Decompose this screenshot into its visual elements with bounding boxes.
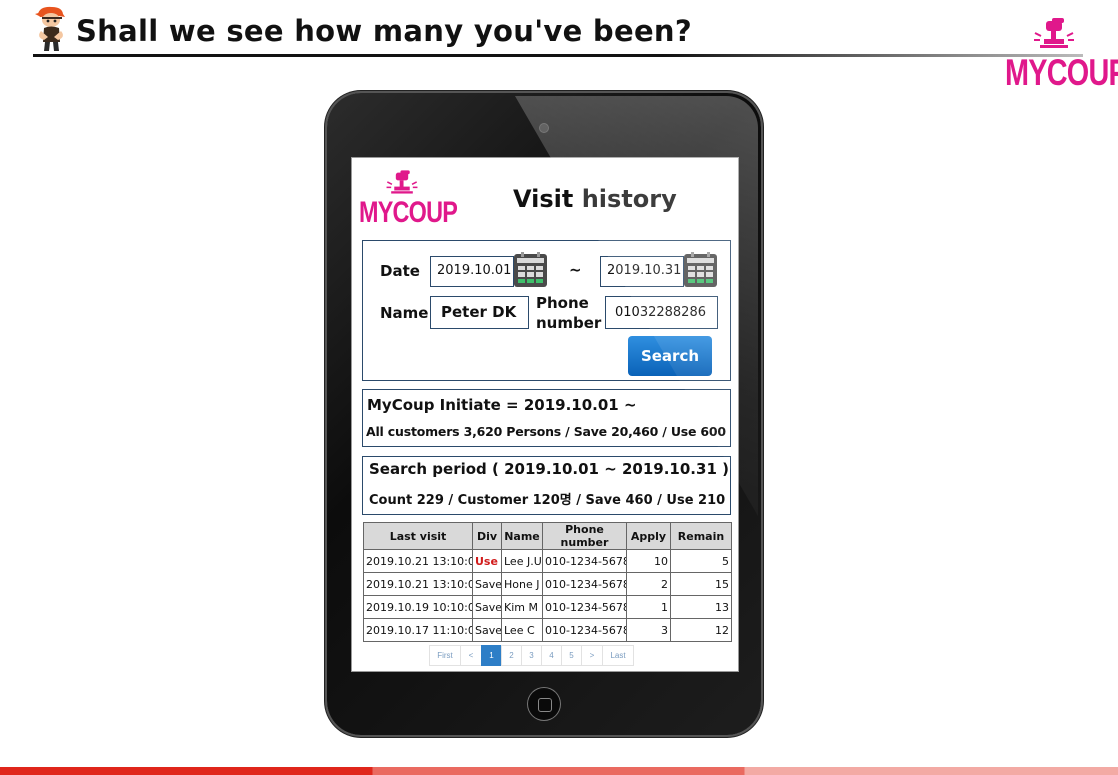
calendar-icon[interactable] bbox=[514, 252, 547, 287]
cell-apply: 10 bbox=[626, 549, 671, 573]
cell-remain: 15 bbox=[670, 572, 732, 596]
table-row[interactable]: 2019.10.17 11:10:00 Save Lee C 010-1234-… bbox=[363, 618, 732, 642]
cell-name: Hone J bbox=[501, 572, 543, 596]
date-to-field[interactable]: 2019.10.31 bbox=[600, 256, 684, 287]
cell-apply: 1 bbox=[626, 595, 671, 619]
footer-stripe bbox=[0, 767, 1118, 775]
page-first-button[interactable]: First bbox=[429, 645, 461, 666]
cell-phone: 010-1234-5678 bbox=[542, 549, 627, 573]
screen-brand-logo: MYCOUP bbox=[359, 196, 458, 229]
page-prev-button[interactable]: < bbox=[460, 645, 482, 666]
cell-remain: 5 bbox=[670, 549, 732, 573]
phone-label-line1: Phone bbox=[536, 294, 589, 312]
stamp-icon bbox=[1032, 18, 1076, 52]
name-label: Name bbox=[380, 304, 429, 322]
table-header-row: Last visit Div Name Phone number Apply R… bbox=[363, 522, 732, 550]
column-header-name[interactable]: Name bbox=[501, 522, 543, 550]
stamp-icon bbox=[385, 170, 419, 197]
phone-field[interactable]: 01032288286 bbox=[605, 296, 718, 329]
cell-phone: 010-1234-5678 bbox=[542, 595, 627, 619]
tablet-camera bbox=[540, 124, 548, 132]
cell-last-visit: 2019.10.21 13:10:00 bbox=[363, 572, 473, 596]
column-header-apply[interactable]: Apply bbox=[626, 522, 671, 550]
cell-div: Save bbox=[472, 618, 502, 642]
cell-last-visit: 2019.10.19 10:10:00 bbox=[363, 595, 473, 619]
visit-history-table: Last visit Div Name Phone number Apply R… bbox=[363, 522, 732, 642]
page-last-button[interactable]: Last bbox=[602, 645, 634, 666]
page-title: Visit history bbox=[513, 185, 677, 213]
table-row[interactable]: 2019.10.19 10:10:00 Save Kim M 010-1234-… bbox=[363, 595, 732, 619]
mascot-icon bbox=[32, 4, 72, 54]
cell-remain: 12 bbox=[670, 618, 732, 642]
date-label: Date bbox=[380, 262, 420, 280]
phone-label-line2: number bbox=[536, 314, 602, 332]
cell-div: Save bbox=[472, 595, 502, 619]
cell-name: Kim M bbox=[501, 595, 543, 619]
date-range-separator: ~ bbox=[569, 261, 582, 279]
page-button-2[interactable]: 2 bbox=[501, 645, 522, 666]
cell-div: Use bbox=[472, 549, 502, 573]
initiate-summary-stats: All customers 3,620 Persons / Save 20,46… bbox=[366, 424, 726, 439]
cell-phone: 010-1234-5678 bbox=[542, 572, 627, 596]
cell-last-visit: 2019.10.17 11:10:00 bbox=[363, 618, 473, 642]
cell-phone: 010-1234-5678 bbox=[542, 618, 627, 642]
column-header-remain[interactable]: Remain bbox=[670, 522, 732, 550]
table-row[interactable]: 2019.10.21 13:10:00 Save Hone J 010-1234… bbox=[363, 572, 732, 596]
page-button-1[interactable]: 1 bbox=[481, 645, 502, 666]
column-header-phone[interactable]: Phone number bbox=[542, 522, 627, 550]
period-summary-stats: Count 229 / Customer 120명 / Save 460 / U… bbox=[369, 493, 726, 508]
column-header-last-visit[interactable]: Last visit bbox=[363, 522, 473, 550]
tablet-home-button[interactable] bbox=[528, 688, 560, 720]
initiate-summary-title: MyCoup Initiate = 2019.10.01 ~ bbox=[367, 396, 637, 414]
date-from-field[interactable]: 2019.10.01 bbox=[430, 256, 514, 287]
period-summary-title: Search period ( 2019.10.01 ~ 2019.10.31 … bbox=[369, 460, 729, 478]
page-button-5[interactable]: 5 bbox=[561, 645, 582, 666]
cell-apply: 2 bbox=[626, 572, 671, 596]
cell-name: Lee C bbox=[501, 618, 543, 642]
cell-remain: 13 bbox=[670, 595, 732, 619]
page-button-3[interactable]: 3 bbox=[521, 645, 542, 666]
table-row[interactable]: 2019.10.21 13:10:00 Use Lee J.U 010-1234… bbox=[363, 549, 732, 573]
cell-apply: 3 bbox=[626, 618, 671, 642]
cell-last-visit: 2019.10.21 13:10:00 bbox=[363, 549, 473, 573]
cell-name: Lee J.U bbox=[501, 549, 543, 573]
pagination: First < 1 2 3 4 5 > Last bbox=[429, 645, 634, 666]
title-divider bbox=[33, 54, 1083, 57]
page-button-4[interactable]: 4 bbox=[541, 645, 562, 666]
calendar-icon[interactable] bbox=[684, 252, 717, 287]
brand-logo-text: MYCOUP bbox=[1005, 52, 1118, 93]
name-field[interactable]: Peter DK bbox=[430, 296, 529, 329]
page-next-button[interactable]: > bbox=[581, 645, 603, 666]
slide-title: Shall we see how many you've been? bbox=[76, 14, 692, 48]
column-header-div[interactable]: Div bbox=[472, 522, 502, 550]
search-button[interactable]: Search bbox=[628, 336, 712, 376]
cell-div: Save bbox=[472, 572, 502, 596]
